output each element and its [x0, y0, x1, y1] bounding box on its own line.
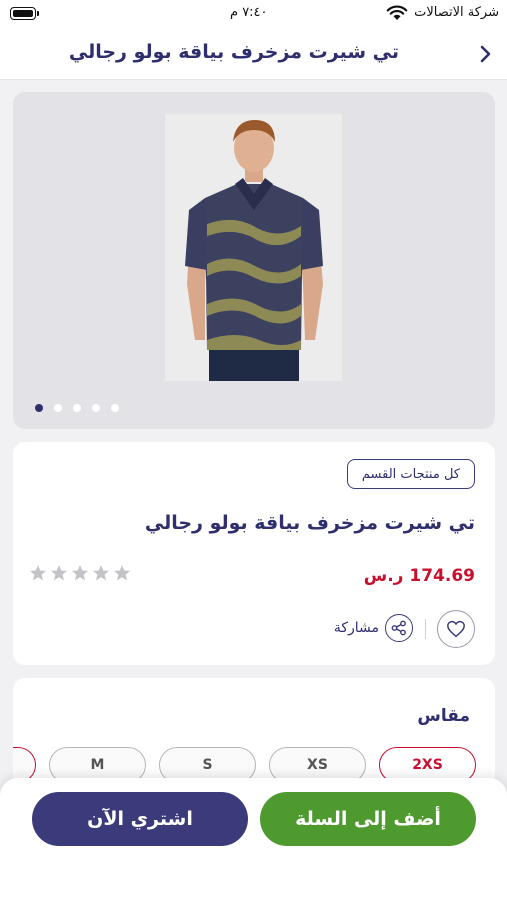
star-icon	[113, 565, 131, 581]
share-label: مشاركة	[333, 620, 379, 636]
wifi-icon	[386, 5, 408, 20]
share-button[interactable]: مشاركة	[334, 614, 413, 642]
product-image-carousel[interactable]	[13, 92, 495, 429]
battery-icon	[10, 7, 39, 20]
all-category-products-link[interactable]: كل منتجات القسم	[346, 459, 475, 489]
chevron-right-icon	[480, 45, 491, 63]
product-name: تي شيرت مزخرف بياقة بولو رجالي	[144, 512, 475, 534]
star-icon	[92, 565, 110, 581]
carousel-dots	[35, 404, 119, 412]
star-icon	[50, 565, 68, 581]
buy-now-button[interactable]: اشتري الآن	[32, 792, 248, 846]
product-price: 174.69 ر.س	[363, 566, 475, 586]
status-bar: ٧:٤٠ م شركة الاتصالات	[0, 0, 507, 28]
star-icon	[29, 565, 47, 581]
bottom-action-bar: أضف إلى السلة اشتري الآن	[0, 778, 507, 900]
carousel-dot-1[interactable]	[35, 404, 43, 412]
carousel-dot-4[interactable]	[92, 404, 100, 412]
carrier-name: شركة الاتصالات	[414, 5, 499, 20]
back-button[interactable]	[473, 40, 497, 68]
page-header: تي شيرت مزخرف بياقة بولو رجالي	[0, 28, 507, 80]
product-image[interactable]	[165, 114, 342, 381]
add-to-cart-button[interactable]: أضف إلى السلة	[260, 792, 476, 846]
product-info-card: كل منتجات القسم تي شيرت مزخرف بياقة بولو…	[13, 442, 495, 665]
favorite-button[interactable]	[437, 610, 475, 648]
heart-icon	[447, 620, 465, 638]
carousel-dot-2[interactable]	[54, 404, 62, 412]
product-photo-illustration	[165, 114, 342, 381]
divider	[425, 619, 426, 639]
star-icon	[71, 565, 89, 581]
size-title: مقاس	[417, 706, 470, 726]
carousel-dot-3[interactable]	[73, 404, 81, 412]
share-icon	[385, 614, 413, 642]
carousel-dot-5[interactable]	[111, 404, 119, 412]
status-time: ٧:٤٠ م	[230, 5, 268, 20]
page-title: تي شيرت مزخرف بياقة بولو رجالي	[68, 41, 399, 63]
rating-stars	[29, 564, 131, 582]
